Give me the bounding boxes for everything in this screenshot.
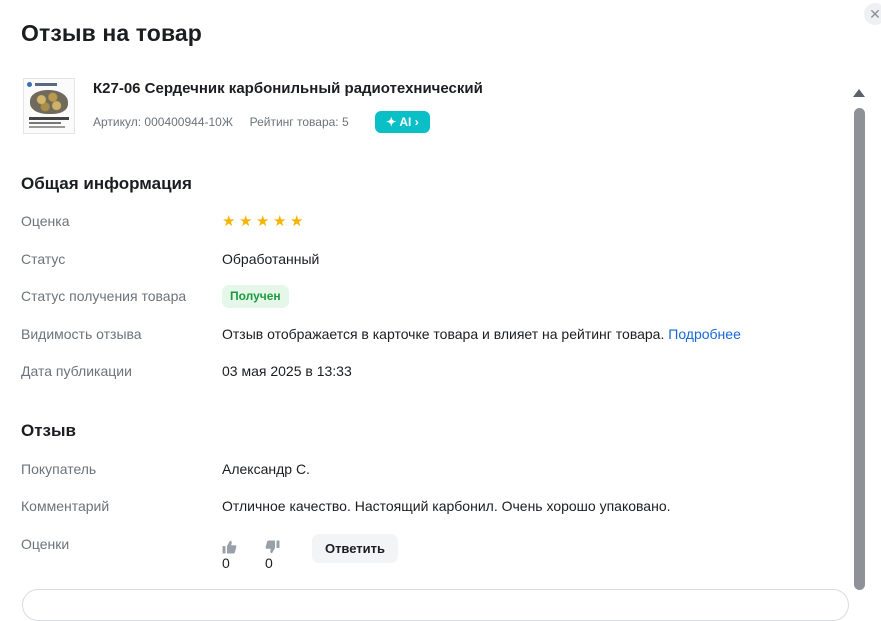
comment-label: Комментарий [21,498,110,514]
likes-count: 0 [222,555,230,571]
close-icon: ✕ [869,6,881,22]
rating-label: Оценка [21,213,70,229]
thumbs-down-icon [265,540,280,554]
close-button[interactable]: ✕ [864,3,881,25]
product-rating-value: 5 [341,115,349,129]
chevron-right-icon: › [414,115,419,129]
buyer-label: Покупатель [21,461,97,477]
ai-badge-label: AI [399,115,412,129]
publication-date-label: Дата публикации [21,363,132,379]
star-icon: ★ [273,213,287,230]
buyer-value: Александр С. [222,461,310,477]
star-icon: ★ [239,213,253,230]
sparkle-icon: ✦ [386,115,397,129]
product-name[interactable]: К27-06 Сердечник карбонильный радиотехни… [93,80,483,97]
votes-label: Оценки [21,536,70,552]
visibility-label: Видимость отзыва [21,326,142,342]
dislikes-count: 0 [265,555,273,571]
rating-stars: ★ ★ ★ ★ ★ [222,213,307,230]
reply-button[interactable]: Ответить [312,534,398,563]
article-value: 000400944-10Ж [144,115,233,129]
comment-value: Отличное качество. Настоящий карбонил. О… [222,498,671,514]
receipt-status-label: Статус получения товара [21,288,187,304]
star-icon: ★ [256,213,270,230]
visibility-value: Отзыв отображается в карточке товара и в… [222,326,741,342]
like-button[interactable]: 0 [222,539,243,571]
star-icon: ★ [290,213,304,230]
scroll-up-arrow-icon[interactable] [853,89,865,97]
product-rating-label: Рейтинг товара: [249,115,339,129]
product-image [23,78,75,134]
general-info-title: Общая информация [21,174,192,193]
product-image-logo [27,82,71,87]
ai-summary-button[interactable]: ✦ AI › [375,111,430,133]
dislike-button[interactable]: 0 [265,539,286,571]
status-label: Статус [21,251,66,267]
publication-date-value: 03 мая 2025 в 13:33 [222,363,352,379]
article-label: Артикул: [93,115,142,129]
scrollbar-thumb[interactable] [854,108,865,590]
dialog-title: Отзыв на товар [21,20,202,46]
product-meta: Артикул: 000400944-10Ж Рейтинг товара: 5 [93,115,349,129]
star-icon: ★ [222,213,236,230]
thumbs-up-icon [222,540,237,554]
review-title: Отзыв [21,421,76,440]
visibility-text: Отзыв отображается в карточке товара и в… [222,326,665,342]
more-info-link[interactable]: Подробнее [668,326,741,342]
receipt-status-badge: Получен [222,285,289,308]
status-value: Обработанный [222,251,320,267]
